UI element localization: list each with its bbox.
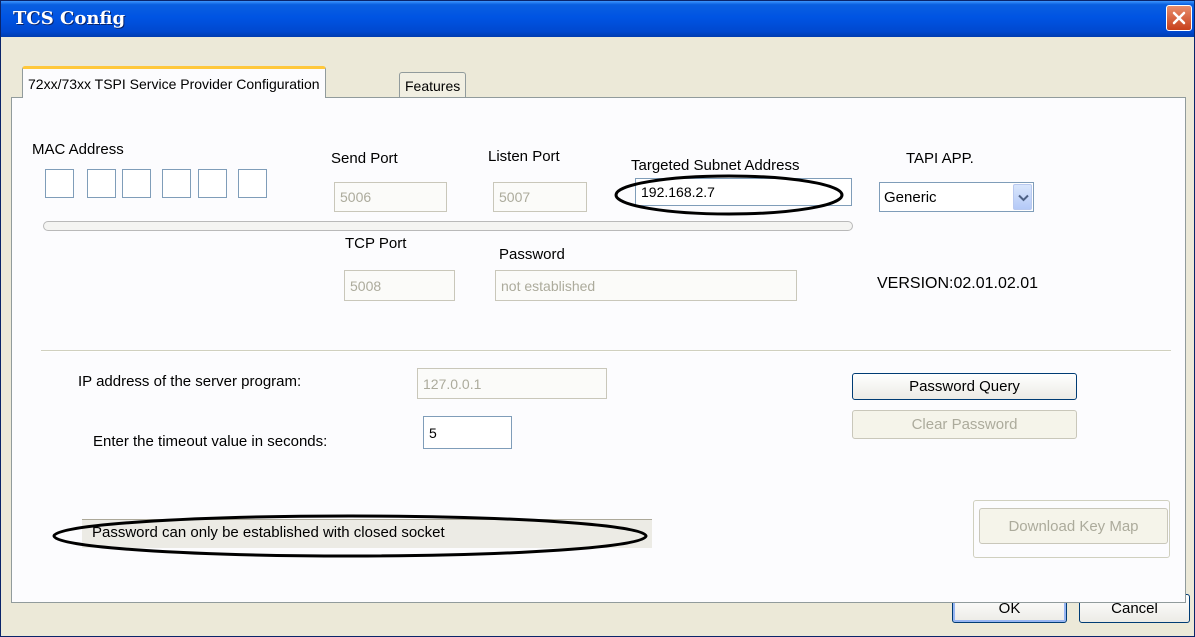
- listen-port-input[interactable]: [493, 182, 587, 212]
- timeout-label: Enter the timeout value in seconds:: [93, 433, 328, 450]
- version-text: VERSION:02.01.02.01: [877, 275, 1038, 292]
- progress-bar: [43, 221, 853, 231]
- status-message: Password can only be established with cl…: [82, 519, 652, 548]
- mac-address-label: MAC Address: [32, 141, 124, 158]
- mac-address-byte-1[interactable]: [45, 169, 74, 198]
- password-query-button[interactable]: Password Query: [852, 373, 1077, 400]
- send-port-label: Send Port: [331, 150, 398, 167]
- subnet-address-input[interactable]: [635, 178, 852, 206]
- tapi-app-value: Generic: [884, 189, 937, 206]
- clear-password-button[interactable]: Clear Password: [852, 410, 1077, 439]
- dropdown-button[interactable]: [1013, 184, 1032, 210]
- mac-address-byte-2[interactable]: [87, 169, 116, 198]
- close-icon: [1172, 11, 1186, 25]
- tcp-port-input[interactable]: [344, 270, 455, 301]
- mac-address-byte-4[interactable]: [162, 169, 191, 198]
- window-title: TCS Config: [13, 8, 126, 29]
- title-bar[interactable]: TCS Config: [1, 1, 1194, 37]
- divider: [41, 350, 1171, 352]
- password-label: Password: [499, 246, 565, 263]
- tab-features[interactable]: Features: [399, 72, 467, 98]
- tab-panel: MAC Address Send Port Listen Port Target…: [11, 97, 1186, 603]
- chevron-down-icon: [1018, 194, 1029, 202]
- server-ip-input[interactable]: [417, 368, 607, 399]
- tab-tspi-config[interactable]: 72xx/73xx TSPI Service Provider Configur…: [22, 66, 326, 98]
- subnet-address-label: Targeted Subnet Address: [631, 157, 800, 174]
- close-button[interactable]: [1166, 5, 1192, 31]
- mac-address-byte-5[interactable]: [198, 169, 227, 198]
- tapi-app-label: TAPI APP.: [906, 150, 974, 167]
- tapi-app-select[interactable]: Generic: [879, 182, 1034, 212]
- download-key-map-button[interactable]: Download Key Map: [979, 508, 1168, 544]
- listen-port-label: Listen Port: [488, 148, 560, 165]
- tcp-port-label: TCP Port: [345, 235, 407, 252]
- mac-address-byte-3[interactable]: [122, 169, 151, 198]
- tcs-config-dialog: TCS Config 72xx/73xx TSPI Service Provid…: [0, 0, 1195, 637]
- server-ip-label: IP address of the server program:: [78, 373, 302, 390]
- send-port-input[interactable]: [334, 182, 447, 212]
- mac-address-byte-6[interactable]: [238, 169, 267, 198]
- password-input[interactable]: [495, 270, 797, 301]
- timeout-input[interactable]: [423, 416, 512, 449]
